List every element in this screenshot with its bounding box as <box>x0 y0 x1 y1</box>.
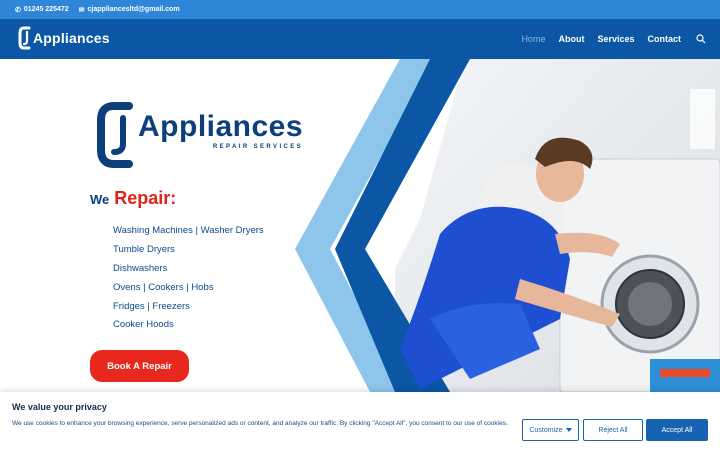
chevron-down-icon <box>565 428 572 432</box>
service-item: Washing Machines | Washer Dryers <box>113 225 264 236</box>
nav-services[interactable]: Services <box>597 34 634 44</box>
nav-home[interactable]: Home <box>521 34 545 44</box>
cookie-title: We value your privacy <box>12 402 107 412</box>
logo-c-icon <box>18 26 31 50</box>
phone-link[interactable]: ✆ 01245 225472 <box>15 6 69 14</box>
site-header: Appliances Home About Services Contact <box>0 19 720 59</box>
heading-we: We <box>90 192 110 207</box>
service-item: Cooker Hoods <box>113 319 174 331</box>
heading-repair: Repair: <box>114 188 177 208</box>
hero-logo-tagline: REPAIR SERVICES <box>212 144 304 150</box>
nav-about[interactable]: About <box>558 34 584 44</box>
reject-all-button[interactable]: Reject All <box>583 419 643 441</box>
logo-text: Appliances <box>33 30 110 46</box>
nav-contact[interactable]: Contact <box>648 34 682 44</box>
service-item: Dishwashers <box>113 262 168 274</box>
hero-logo: Appliances REPAIR SERVICES <box>96 100 303 170</box>
cookie-banner: We value your privacy We use cookies to … <box>0 392 720 450</box>
hero-section: Appliances REPAIR SERVICES We Repair: Wa… <box>0 59 720 392</box>
customize-label: Customize <box>529 426 563 434</box>
services-list: Washing Machines | Washer Dryers Tumble … <box>113 224 264 337</box>
service-item: Tumble Dryers <box>113 243 175 255</box>
phone-number: 01245 225472 <box>23 6 69 13</box>
top-contact-bar: ✆ 01245 225472 ✉ cjappliancesltd@gmail.c… <box>0 0 720 19</box>
service-item: Ovens | Cookers | Hobs <box>113 281 214 293</box>
phone-icon: ✆ <box>15 6 21 14</box>
email-address: cjappliancesltd@gmail.com <box>87 6 180 13</box>
site-logo[interactable]: Appliances <box>18 26 110 50</box>
cookie-description: We use cookies to enhance your browsing … <box>12 420 508 427</box>
customize-button[interactable]: Customize <box>522 419 579 441</box>
email-link[interactable]: ✉ cjappliancesltd@gmail.com <box>79 6 180 14</box>
hero-logo-name: Appliances <box>138 110 304 143</box>
we-repair-heading: We Repair: <box>90 188 176 209</box>
logo-c-icon <box>97 102 133 168</box>
search-icon[interactable] <box>696 34 706 44</box>
main-nav: Home About Services Contact <box>521 19 706 59</box>
mail-icon: ✉ <box>78 6 85 14</box>
service-item: Fridges | Freezers <box>113 300 190 312</box>
accept-all-button[interactable]: Accept All <box>646 419 708 441</box>
book-repair-button[interactable]: Book A Repair <box>90 350 189 382</box>
